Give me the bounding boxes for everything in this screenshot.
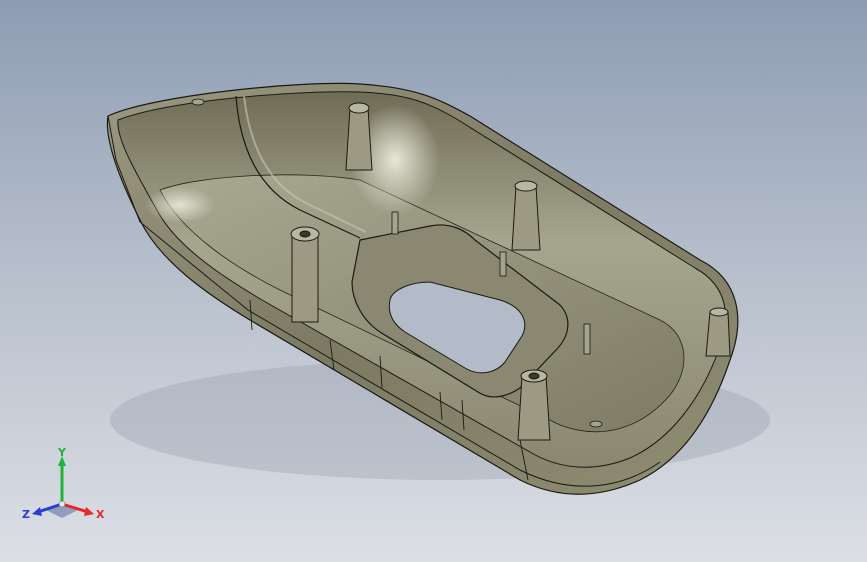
axis-triad: Y X Z [22, 448, 105, 521]
boss-post-rear-2 [511, 180, 541, 251]
cad-viewport[interactable]: Y X Z [0, 0, 867, 562]
boss-post-rear-1 [345, 102, 373, 171]
x-axis-label: X [96, 508, 105, 521]
boss-post-front-right [517, 369, 551, 441]
boss-post-left [290, 226, 320, 323]
boss-post-right [705, 307, 731, 357]
z-axis-arrow-icon [32, 507, 42, 516]
x-axis-arrow-icon [84, 507, 94, 516]
y-axis-label: Y [57, 448, 67, 459]
housing-shell-model[interactable] [0, 0, 867, 562]
z-axis-label: Z [22, 508, 30, 521]
